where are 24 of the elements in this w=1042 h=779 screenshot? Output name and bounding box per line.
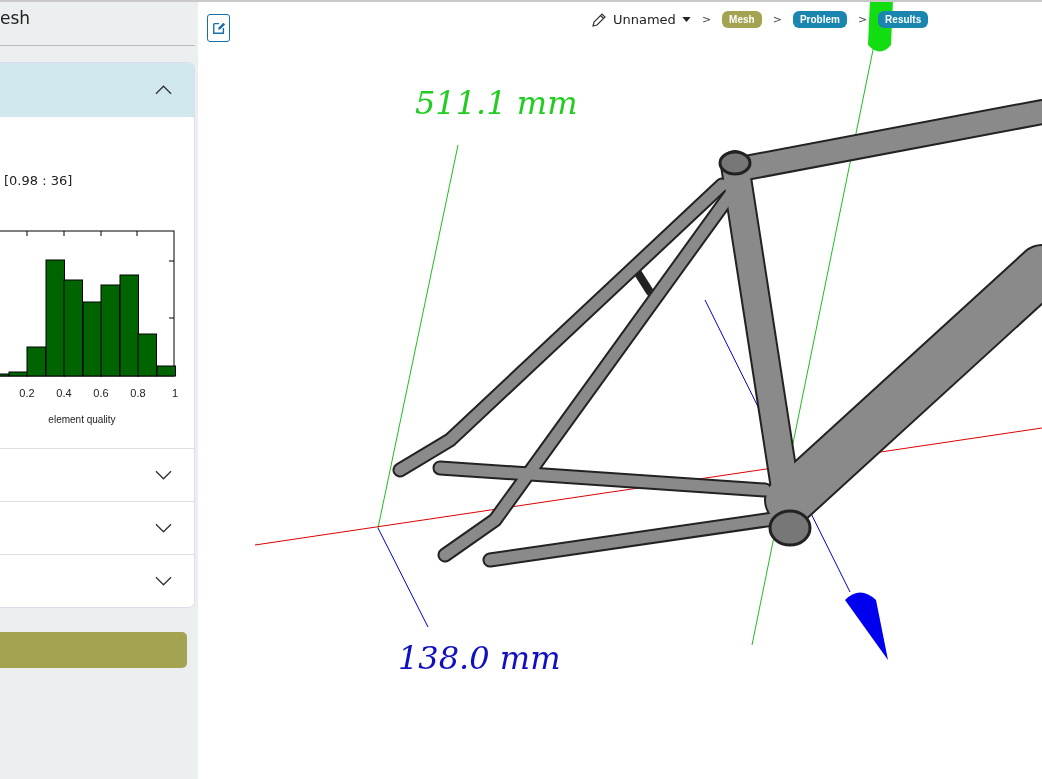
axis-label: element quality: [48, 414, 116, 425]
caret-icon[interactable]: [681, 17, 691, 22]
breadcrumb-step[interactable]: Mesh: [722, 11, 762, 28]
breadcrumb-step[interactable]: Problem: [792, 11, 847, 28]
tick-label: 0.8: [130, 387, 146, 399]
pencil-icon: [591, 11, 607, 28]
panel-title: esh: [0, 2, 195, 46]
cone-icon: [845, 592, 888, 660]
edit-button[interactable]: [207, 14, 230, 42]
range-text: [0.98 : 36]: [3, 173, 74, 188]
breadcrumb-separator: >: [772, 13, 782, 26]
project-name[interactable]: Unnamed: [613, 12, 676, 27]
edit-icon: [211, 21, 226, 35]
breadcrumb-separator: >: [701, 13, 712, 26]
action-button[interactable]: [0, 632, 187, 668]
accordion-header[interactable]: [0, 63, 194, 117]
breadcrumb-separator: >: [857, 13, 868, 26]
tick-label: 0.6: [93, 387, 109, 399]
tick-label: 0.4: [56, 387, 72, 399]
tick-label: 1: [171, 387, 179, 399]
tick-label: 0.2: [19, 387, 35, 399]
dimension-label: 138.0 mm: [398, 639, 561, 677]
breadcrumb-step[interactable]: Results: [878, 11, 929, 28]
dimension-label: 511.1 mm: [415, 84, 578, 122]
